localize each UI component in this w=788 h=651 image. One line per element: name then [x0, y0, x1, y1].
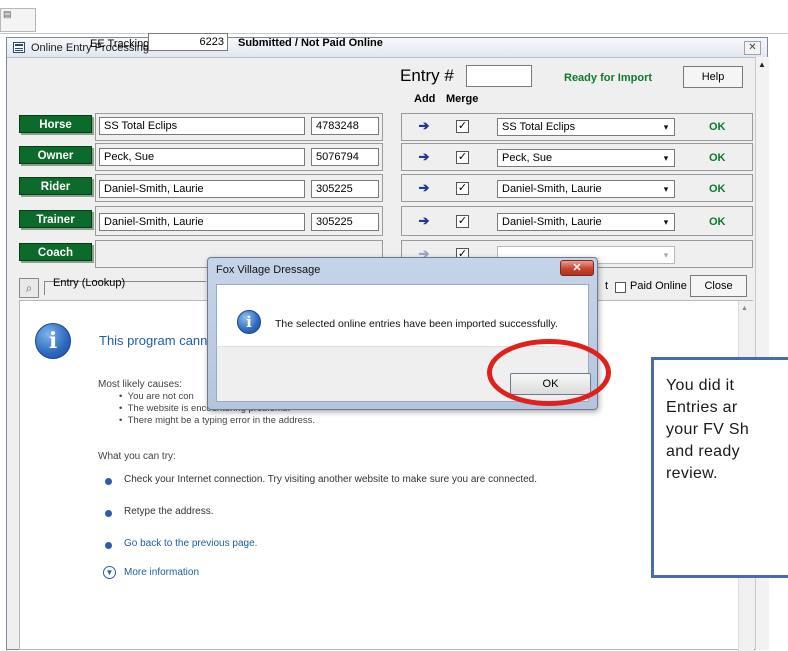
owner-id-field[interactable]: 5076794	[311, 148, 379, 166]
merge-checkbox[interactable]: ✓	[456, 182, 469, 195]
add-arrow-icon[interactable]: ➔	[414, 180, 434, 196]
merge-column-header: Merge	[446, 93, 479, 105]
go-back-link[interactable]: Go back to the previous page.	[124, 538, 257, 549]
cause-text: There might be a typing error in the add…	[127, 415, 316, 426]
horse-id-field[interactable]: 4783248	[311, 117, 379, 135]
scroll-up-icon[interactable]: ▲	[741, 305, 748, 312]
cause-item: • There might be a typing error in the a…	[119, 415, 316, 426]
dropdown-arrow-icon[interactable]: ▾	[659, 182, 673, 196]
try-item: Check your Internet connection. Try visi…	[124, 474, 537, 485]
error-title: This program cannot	[99, 333, 219, 348]
coach-label[interactable]: Coach	[19, 243, 92, 261]
callout-text: You did it Entries ar your FV Sh and rea…	[666, 377, 750, 482]
host-window-strip	[0, 0, 788, 34]
merge-checkbox[interactable]: ✓	[456, 151, 469, 164]
rider-id-field[interactable]: 305225	[311, 180, 379, 198]
horse-label[interactable]: Horse	[19, 115, 92, 133]
owner-match-select[interactable]: Peck, Sue ▾	[497, 149, 675, 167]
form-window-icon	[13, 42, 25, 53]
info-icon: i	[35, 323, 71, 359]
lookup-label: Entry (Lookup)	[53, 277, 126, 289]
dialog-title: Fox Village Dressage	[216, 264, 321, 276]
entry-number-label: Entry #	[400, 66, 454, 85]
trainer-status: OK	[709, 216, 726, 228]
owner-label[interactable]: Owner	[19, 146, 92, 164]
dialog-message: The selected online entries have been im…	[275, 318, 558, 330]
add-column-header: Add	[414, 93, 436, 105]
dropdown-arrow-icon[interactable]: ▾	[659, 248, 673, 262]
try-item: Retype the address.	[124, 506, 214, 517]
horse-match-select[interactable]: SS Total Eclips ▾	[497, 118, 675, 136]
try-heading: What you can try:	[98, 451, 176, 462]
trainer-label[interactable]: Trainer	[19, 210, 92, 228]
trainer-match-value: Daniel-Smith, Laurie	[502, 216, 602, 228]
cause-item: • You are not con	[119, 391, 194, 402]
merge-checkbox[interactable]: ✓	[456, 215, 469, 228]
causes-heading: Most likely causes:	[98, 379, 182, 390]
cause-text: You are not con	[127, 391, 194, 402]
lookup-icon[interactable]: ⌕	[19, 278, 39, 298]
scroll-up-icon[interactable]: ▲	[758, 60, 766, 69]
rider-name-field[interactable]: Daniel-Smith, Laurie	[99, 180, 305, 198]
owner-name-field[interactable]: Peck, Sue	[99, 148, 305, 166]
rider-match-select[interactable]: Daniel-Smith, Laurie ▾	[497, 180, 675, 198]
trainer-name-field[interactable]: Daniel-Smith, Laurie	[99, 213, 305, 231]
help-button[interactable]: Help	[683, 66, 743, 88]
owner-status: OK	[709, 152, 726, 164]
submission-status: Submitted / Not Paid Online	[238, 37, 383, 49]
bullet-icon	[105, 510, 112, 517]
entry-number-field[interactable]	[466, 65, 532, 87]
window-close-button[interactable]: ✕	[744, 41, 761, 55]
dropdown-arrow-icon[interactable]: ▾	[659, 120, 673, 134]
bullet-icon	[105, 478, 112, 485]
add-arrow-icon[interactable]: ➔	[414, 149, 434, 165]
red-highlight-circle	[487, 339, 611, 406]
paid-prefix: t	[605, 280, 609, 292]
owner-match-value: Peck, Sue	[502, 152, 553, 164]
add-arrow-icon[interactable]: ➔	[414, 118, 434, 134]
add-arrow-icon[interactable]: ➔	[414, 213, 434, 229]
horse-match-value: SS Total Eclips	[502, 121, 576, 133]
dropdown-arrow-icon[interactable]: ▾	[659, 151, 673, 165]
trainer-id-field[interactable]: 305225	[311, 213, 379, 231]
bullet-icon	[105, 542, 112, 549]
rider-status: OK	[709, 183, 726, 195]
instruction-callout: You did it Entries ar your FV Sh and rea…	[651, 357, 788, 578]
info-icon: i	[237, 310, 261, 334]
expand-icon[interactable]: ▼	[103, 566, 116, 579]
ready-status: Ready for Import	[564, 72, 653, 84]
dropdown-arrow-icon[interactable]: ▾	[659, 215, 673, 229]
merge-checkbox[interactable]: ✓	[456, 120, 469, 133]
paid-online-label: Paid Online	[630, 280, 687, 292]
host-cell[interactable]: ▤	[0, 8, 36, 32]
close-button[interactable]: Close	[690, 275, 747, 297]
dialog-close-button[interactable]: ✕	[560, 260, 594, 276]
rider-label[interactable]: Rider	[19, 177, 92, 195]
document-icon: ▤	[3, 9, 12, 19]
horse-status: OK	[709, 121, 726, 133]
paid-online-checkbox[interactable]	[615, 282, 626, 293]
trainer-match-select[interactable]: Daniel-Smith, Laurie ▾	[497, 213, 675, 231]
horse-name-field[interactable]: SS Total Eclips	[99, 117, 305, 135]
tracking-number-field[interactable]: 6223	[148, 33, 228, 51]
rider-match-value: Daniel-Smith, Laurie	[502, 183, 602, 195]
more-information-link[interactable]: More information	[124, 567, 199, 578]
